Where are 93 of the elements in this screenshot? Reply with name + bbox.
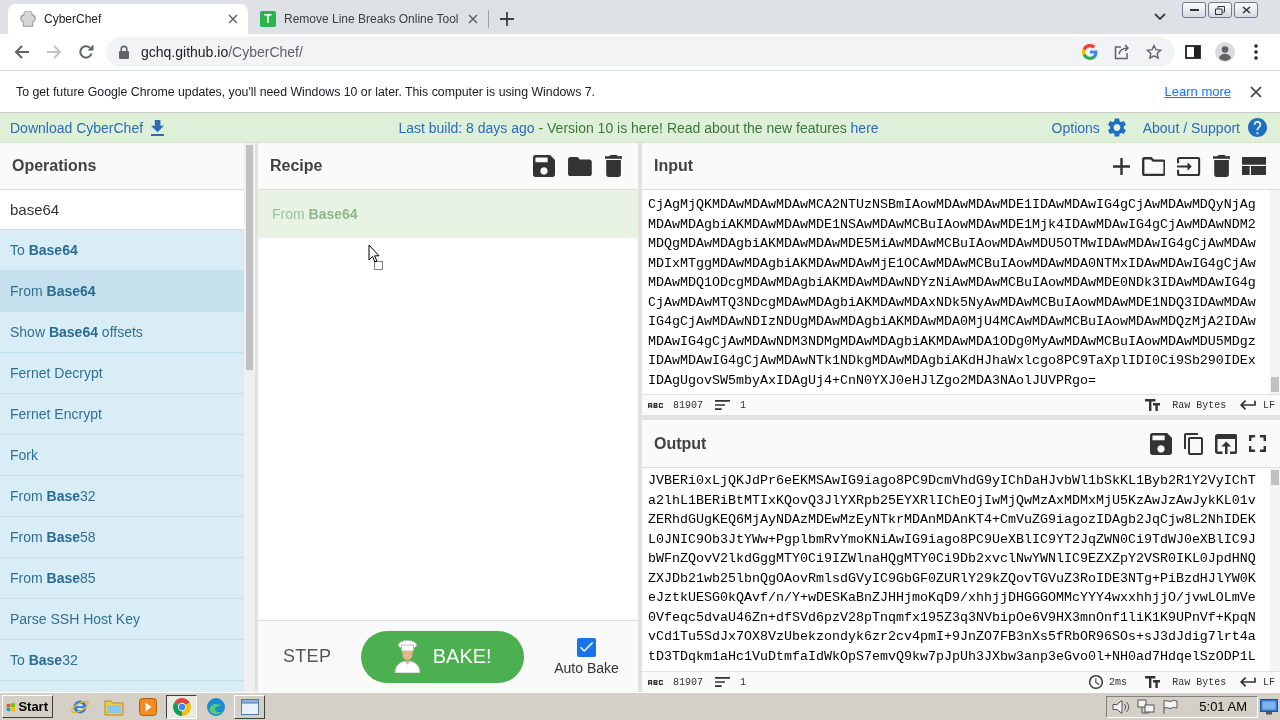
media-play-icon[interactable] (138, 697, 157, 716)
return-icon (1240, 400, 1256, 410)
share-icon[interactable] (1114, 44, 1130, 60)
input-text-area[interactable]: CjAgMjQKMDAwMDAwMDAwMCA2NTUzNSBmIAowMDAwMDAwMDE1IDAwMDAwIG4gCjAwMDAwMDQyNjAg MDAwMDAgbiAKMDAwMDAwMDE1NSAwMDAwMCBuIAowMDAwMDE1Mjk4IDAwMDAwIG4gCjAwMDAwNDM2 MDQgMDAwMDAgbiAKMDAwMDAwMDE5MiAwMDAwMCBuIAowMDAwMDU5OTMwIDAwMDAwIG4gCjAwMDAw MDIxMTggMDAwMDAgbiAKMDAwMDAwMjE1OCAwMDAwMCBuIAowMDAwMDA0NTMxIDAwMDAwIG4gCjAw MDAwMDQ1ODcgMDAwMDAgbiAKMDAwMDAwNDYzNiAwMDAwMCBuIAowMDAwMDE0NDk3IDAwMDAwIG4g CjAwMDAwMTQ3NDcgMDAwMDAgbiAKMDAwMDAxNDk5NyAwMDAwMCBuIAowMDAwMDE1NDQ3IDAwMDAw IG4gCjAwMDAwNDIzNDUgMDAwMDAgbiAKMDAwMDA0MjU4MCAwMDAwMCBuIAowMDAwMDQzMjA2IDAw MDAwIG4gCjAwMDAwNDM3NDMgMDAwMDAgbiAKMDAwMDA1ODg0MyAwMDAwMCBuIAowMDAwMDU5MDgz IDAwMDAwIG4gCjAwMDAwNTk1NDkgMDAwMDAgbiAKdHJhaWxlcgo8PC9TaXplIDI0Ci9Sb290IDEx IDAgUgovSW5mbyAxIDAgUj4+CnN0YXJ0eHJlZgo2MDA3NAolJUVPRgo= (642, 190, 1270, 394)
return-icon (1240, 677, 1256, 687)
browser-logo-icon (171, 696, 192, 717)
show-desktop-icon[interactable] (1260, 698, 1278, 715)
scrollbar-thumb[interactable] (246, 145, 253, 370)
close-window-button[interactable] (1234, 2, 1258, 18)
chef-hat-icon (20, 11, 36, 27)
line-ending-label[interactable]: LF (1263, 399, 1275, 411)
panel-heading: Operations (0, 143, 244, 190)
operation-item[interactable]: From Base64 (0, 271, 244, 312)
star-icon[interactable] (1146, 44, 1162, 60)
window-icon (239, 697, 260, 716)
start-button[interactable]: Start (2, 695, 53, 718)
network-icon[interactable] (1137, 698, 1156, 715)
restore-icon (1215, 5, 1225, 15)
bake-button[interactable]: BAKE! (361, 630, 525, 683)
fullscreen-icon[interactable] (1249, 435, 1266, 452)
save-icon[interactable] (1149, 432, 1172, 455)
settings-icon (1107, 118, 1126, 137)
speaker-icon[interactable] (1112, 698, 1131, 715)
close-icon (1241, 6, 1251, 14)
clock-icon (1088, 675, 1103, 689)
text-format-icon (1145, 676, 1161, 688)
options-link[interactable]: Options (1051, 118, 1126, 137)
back-arrow-icon[interactable] (14, 44, 30, 60)
folder-icon[interactable] (1141, 156, 1166, 176)
check-icon (579, 642, 594, 652)
download-icon (151, 119, 165, 136)
encoding-label[interactable]: Raw Bytes (1172, 676, 1227, 688)
arrow-out-of-box-icon[interactable] (1214, 433, 1237, 454)
panel-heading: Recipe (270, 157, 324, 175)
folder-icon[interactable] (568, 156, 592, 176)
chef-icon (393, 640, 421, 673)
panel-heading: Output (654, 434, 708, 453)
about-support-link[interactable]: About / Support (1142, 118, 1267, 137)
flag-icon[interactable] (1162, 698, 1179, 715)
restore-button[interactable] (1208, 2, 1232, 18)
build-info: Last build: 8 days ago (398, 119, 535, 136)
profile-icon[interactable] (1215, 42, 1235, 62)
browser-tab[interactable]: CyberChef (8, 4, 248, 34)
more-menu-icon[interactable] (1254, 44, 1258, 60)
character-count: 81907 (673, 399, 703, 411)
close-icon[interactable] (228, 14, 238, 24)
layout-icon[interactable] (1241, 157, 1266, 175)
close-icon[interactable] (1250, 85, 1262, 98)
close-icon[interactable] (468, 14, 478, 24)
text-format-icon (1145, 399, 1161, 411)
trash-icon[interactable] (1212, 155, 1230, 177)
step-button[interactable]: STEP (283, 646, 332, 667)
help-icon (1248, 118, 1267, 137)
bake-time: 2ms (1108, 676, 1127, 688)
letter-logo: T (260, 11, 276, 27)
update-message: To get future Google Chrome updates, you'll need Windows 10 or later. This computer is using Windows 7. (16, 84, 596, 99)
chevron-down-icon[interactable] (1154, 13, 1166, 21)
auto-bake-label: Auto Bake (554, 659, 619, 676)
arrow-into-box-icon[interactable] (1177, 156, 1201, 176)
side-panel-icon[interactable] (1185, 45, 1201, 59)
line-count: 1 (740, 399, 747, 411)
encoding-label[interactable]: Raw Bytes (1172, 399, 1227, 411)
lines-icon (715, 400, 730, 410)
scrollbar-thumb[interactable] (1271, 377, 1279, 392)
lock-icon (118, 45, 130, 59)
line-count: 1 (740, 676, 747, 688)
minimize-button[interactable] (1182, 2, 1206, 18)
save-icon[interactable] (533, 155, 556, 177)
download-link[interactable]: Download CyberChef (10, 119, 165, 136)
auto-bake-checkbox[interactable] (577, 637, 596, 657)
pointer-cursor-icon (368, 244, 384, 270)
address-bar[interactable]: gchq.github.io/CyberChef/ (106, 37, 1175, 67)
add-icon[interactable] (1112, 157, 1130, 175)
new-tab-plus-icon[interactable] (500, 12, 514, 26)
line-ending-label[interactable]: LF (1263, 676, 1275, 688)
copy-icon[interactable] (1183, 432, 1203, 455)
search-field[interactable]: base64 (0, 190, 244, 230)
minimize-icon (1189, 9, 1199, 11)
browser-tab[interactable]: T Remove Line Breaks Online Tool (248, 4, 488, 34)
output-text: JVBERi0xLjQKJdPr6eEKMSAwIG9iago8PC9DcmVhdG9yIChDaHJvbWl1bSkKL1Byb2R1Y2VyIChT a2lhL1BERiBtMTIxKQovQ3JlYXRpb25EYXRlIChEOjIwMjQwMzAxMDMxMjU5KzAwJzAwJykKL01v ZERhdGUgKEQ6MjAyNDAzMDEwMzEyNTkrMDAnMDAnKT4+CmVuZG9iagozIDAgb2JqCjw8L2NhIDEK L0JNIC9Ob3JtYWw+PgplbmRvYmoKNiAwIG9iago8PC9UeXBlIC9YT2JqZWN0Ci9TdWJ0eXBlIC9J bWFnZQovV2lkdGggMTY0Ci9IZWlnaHQgMTY0Ci9Db2xvclNwYWNlIC9EZXZpY2VSR0IKL0JpdHNQ ZXJDb21wb25lbnQgOAovRmlsdGVyIC9GbGF0ZURlY29kZQovTGVuZ3RoIDE3NTg+PiBzdHJlYW0K eJztkUESG0kQAvf/n/Y+wDESKaBnZJHHjmoKqD9/xhhjjDHGGGOMMcYYY4wxxhhjjO/jvwLOLmVe 0Vfeqc5dvaU46Zn+dfSVd6pzV28pTnqmfx195Z3q3NVbipOe6V9HX3mnOnf1liK1K9UPnVf+KpqN vCd1Tu5SdJx7OX8VzUbekzondyk6zr2cv4pmI+9JnZO7FB3nXs5fRbOR96SOs+sJ3dJdig7lrt4a tD3TDqkm1aHc1VuDtmfaIdWkOpS7emvQ9kw7pJpUh3JXbw3anp3eGvo0l+NH0ad7HdqelSzODP1L (647, 472, 1257, 666)
scrollbar-thumb[interactable] (1271, 470, 1279, 485)
panel-heading: Input (654, 157, 695, 175)
character-count: 81907 (673, 676, 703, 688)
lines-icon (715, 677, 730, 687)
update-notice: Last build: 8 days ago - Version 10 is here! Read about the new features here (398, 119, 879, 136)
reload-icon[interactable] (78, 44, 94, 60)
g-logo-icon[interactable] (1082, 44, 1098, 60)
features-link[interactable]: here (850, 119, 879, 136)
url-text: gchq.github.io/CyberChef/ (141, 44, 304, 60)
clock-time: 5:01 AM (1199, 699, 1247, 714)
trash-icon[interactable] (604, 155, 622, 177)
learn-more-link[interactable]: Learn more (1164, 84, 1231, 99)
taskbar-button[interactable] (166, 694, 197, 719)
